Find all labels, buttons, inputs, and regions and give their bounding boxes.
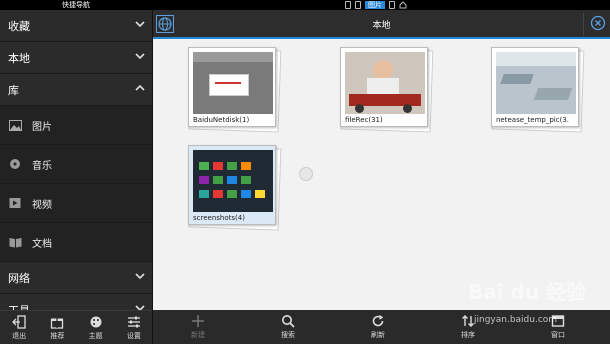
search-icon — [282, 315, 295, 328]
folder-thumbnail — [193, 52, 273, 114]
folder-tile[interactable]: screenshots(4) — [188, 145, 282, 231]
status-bar: 快捷导航 图片 — [0, 0, 610, 10]
sort-label: 排序 — [461, 331, 475, 339]
chevron-down-icon — [135, 53, 145, 60]
divider — [583, 13, 584, 36]
folder-thumbnail — [193, 150, 273, 212]
section-local[interactable]: 本地 — [0, 42, 152, 74]
folder-tile[interactable]: BaiduNetdisk(1) — [188, 47, 282, 133]
music-icon — [8, 158, 22, 170]
sidebar-item-video[interactable]: 视频 — [0, 184, 152, 223]
sidebar-item-label: 视频 — [32, 199, 52, 211]
exit-button[interactable]: 退出 — [0, 311, 38, 344]
gift-icon — [51, 317, 64, 329]
refresh-button[interactable]: 刷新 — [333, 310, 423, 344]
sort-icon — [462, 315, 474, 327]
folder-thumbnail — [345, 52, 425, 114]
sidebar: 收藏 本地 库 图片 音乐 视频 文档 网络 工具 — [0, 10, 153, 344]
sidebar-item-label: 文档 — [32, 238, 52, 250]
folder-label: fileRec(31) — [345, 116, 383, 124]
refresh-icon — [372, 314, 384, 327]
quick-nav-label[interactable]: 快捷导航 — [62, 0, 90, 10]
home-icon[interactable] — [399, 1, 407, 9]
search-button[interactable]: 搜索 — [243, 310, 333, 344]
chevron-up-icon — [135, 84, 145, 91]
phone-icon[interactable] — [355, 1, 361, 9]
recommend-label: 推荐 — [50, 331, 65, 340]
image-icon — [8, 119, 22, 131]
folder-label: BaiduNetdisk(1) — [193, 116, 250, 124]
theme-button[interactable]: 主题 — [77, 311, 115, 344]
folder-card: netease_temp_pic(3. — [491, 47, 579, 127]
tablet-icon[interactable] — [389, 1, 395, 9]
chevron-down-icon — [135, 273, 145, 280]
main-topbar: 本地 — [153, 10, 610, 39]
window-label: 窗口 — [551, 331, 565, 339]
folder-card: BaiduNetdisk(1) — [188, 47, 276, 127]
video-icon — [8, 197, 22, 209]
phone-icon[interactable] — [345, 1, 351, 9]
sidebar-item-images[interactable]: 图片 — [0, 106, 152, 145]
exit-label: 退出 — [12, 331, 27, 340]
scroll-indicator — [299, 167, 313, 181]
document-icon — [8, 236, 22, 248]
new-label: 新建 — [191, 331, 205, 339]
new-button[interactable]: 新建 — [153, 310, 243, 344]
sidebar-item-documents[interactable]: 文档 — [0, 223, 152, 262]
sidebar-item-music[interactable]: 音乐 — [0, 145, 152, 184]
exit-icon — [12, 314, 26, 329]
section-library[interactable]: 库 — [0, 74, 152, 106]
chevron-down-icon — [135, 21, 145, 28]
plus-icon — [192, 315, 204, 327]
palette-icon — [90, 316, 102, 327]
section-label: 收藏 — [8, 19, 30, 33]
recommend-button[interactable]: 推荐 — [38, 311, 76, 344]
folder-thumbnail — [496, 52, 576, 114]
folder-tile[interactable]: netease_temp_pic(3. — [491, 47, 585, 133]
active-tab-label[interactable]: 图片 — [365, 1, 385, 9]
sidebar-bottom-toolbar: 退出 推荐 主题 设置 — [0, 310, 152, 344]
folder-card: fileRec(31) — [340, 47, 428, 127]
folder-label: netease_temp_pic(3. — [496, 116, 569, 124]
settings-label: 设置 — [126, 331, 141, 340]
watermark-url: jingyan.baidu.com — [474, 315, 558, 325]
section-label: 网络 — [8, 271, 30, 285]
page-title: 本地 — [372, 21, 391, 31]
refresh-label: 刷新 — [371, 331, 385, 339]
sidebar-item-label: 音乐 — [32, 160, 52, 172]
section-favorites[interactable]: 收藏 — [0, 10, 152, 42]
close-icon[interactable] — [590, 15, 606, 31]
theme-label: 主题 — [88, 331, 103, 340]
section-label: 本地 — [8, 51, 30, 65]
watermark-brand: Bai du 经验 — [468, 280, 587, 304]
settings-button[interactable]: 设置 — [115, 311, 152, 344]
section-label: 库 — [8, 83, 19, 97]
folder-label: screenshots(4) — [193, 214, 245, 222]
sidebar-item-label: 图片 — [32, 121, 52, 133]
folder-tile[interactable]: fileRec(31) — [340, 47, 434, 133]
folder-card: screenshots(4) — [188, 145, 276, 225]
search-label: 搜索 — [281, 331, 295, 339]
status-tabs: 图片 — [345, 1, 407, 9]
section-network[interactable]: 网络 — [0, 262, 152, 294]
settings-icon — [127, 316, 140, 327]
